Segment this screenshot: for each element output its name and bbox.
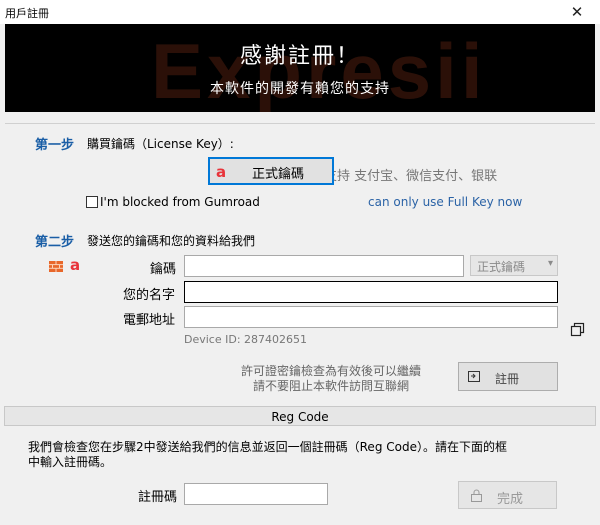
window-title: 用戶註冊 — [5, 7, 49, 20]
send-icon — [468, 371, 480, 382]
finish-button-label: 完成 — [497, 492, 524, 507]
reg-code-header-bar: Reg Code — [4, 406, 596, 426]
chevron-down-icon: ▾ — [547, 258, 553, 269]
register-button[interactable]: 註冊 — [458, 362, 558, 391]
thank-you-banner: Expresii 感謝註冊！ 本軟件的開發有賴您的支持 — [5, 24, 595, 112]
banner-headline: 感謝註冊！ — [239, 44, 360, 69]
key-type-selected: 正式鑰碼 — [477, 260, 526, 274]
finish-button[interactable]: 完成 — [458, 481, 557, 509]
reg-code-instruction-line2: 中輸入註冊碼。 — [28, 455, 113, 469]
buy-license-key-button[interactable]: a 正式鑰碼 — [208, 157, 334, 185]
name-label: 您的名字 — [123, 288, 176, 303]
lock-icon — [471, 489, 482, 502]
brick-icon — [49, 261, 63, 272]
license-key-input[interactable] — [184, 255, 464, 277]
email-label: 電郵地址 — [123, 313, 176, 328]
close-icon[interactable]: ✕ — [566, 2, 588, 22]
reg-code-input[interactable] — [184, 483, 328, 505]
name-input[interactable] — [184, 281, 558, 303]
full-key-note: can only use Full Key now — [368, 195, 523, 209]
brand-a-icon: a — [216, 163, 227, 181]
key-label: 鑰碼 — [150, 262, 177, 277]
key-type-select[interactable]: 正式鑰碼 ▾ — [470, 255, 558, 276]
register-button-label: 註冊 — [495, 372, 520, 386]
brand-a-icon[interactable]: a — [70, 256, 80, 274]
reg-code-header: Reg Code — [271, 410, 329, 424]
blocked-from-gumroad-label: I'm blocked from Gumroad — [100, 195, 260, 209]
reg-code-label: 註冊碼 — [138, 490, 178, 505]
copy-icon[interactable] — [570, 322, 585, 337]
title-bar: 用戶註冊 ✕ — [0, 0, 600, 24]
buy-license-key-label: 正式鑰碼 — [252, 167, 305, 182]
device-id: Device ID: 287402651 — [184, 333, 308, 346]
email-input[interactable] — [184, 306, 558, 328]
step2-label: 第二步 — [35, 235, 75, 250]
permission-note-line2: 請不要阻止本軟件訪問互聯網 — [253, 379, 410, 393]
blocked-from-gumroad-checkbox[interactable] — [86, 196, 98, 208]
step1-text: 購買鑰碼（License Key）: — [87, 137, 234, 151]
step1-label: 第一步 — [35, 138, 75, 153]
divider — [5, 123, 595, 124]
banner-subheadline: 本軟件的開發有賴您的支持 — [210, 81, 390, 97]
step2-text: 發送您的鑰碼和您的資料給我們 — [87, 234, 256, 248]
payment-methods-text: 支持 支付宝、微信支付、银联 — [324, 169, 498, 184]
